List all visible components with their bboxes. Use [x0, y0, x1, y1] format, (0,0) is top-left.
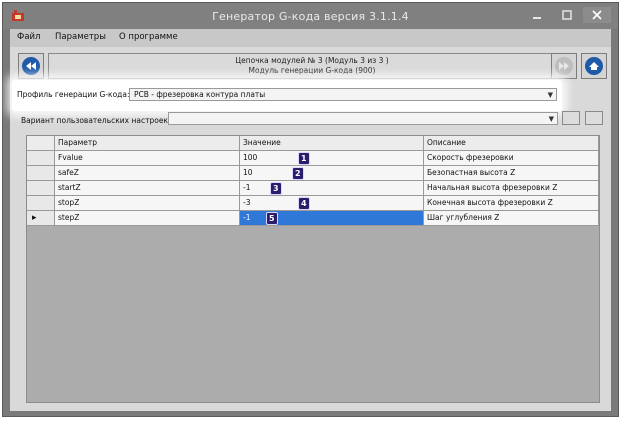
- description-cell[interactable]: Конечная высота фрезеровки Z: [424, 196, 599, 211]
- previous-module-button[interactable]: [18, 53, 44, 79]
- chain-line-1: Цепочка модулей № 3 (Модуль 3 из 3 ): [235, 56, 389, 65]
- value-text: 100: [243, 153, 258, 162]
- profile-value: PCB - фрезеровка контура платы: [134, 90, 266, 99]
- annotation-badge: 5: [266, 212, 278, 225]
- main-panel: Цепочка модулей № 3 (Модуль 3 из 3 ) Мод…: [10, 47, 611, 411]
- description-cell[interactable]: Начальная высота фрезеровки Z: [424, 181, 599, 196]
- param-cell[interactable]: Fvalue: [55, 151, 240, 166]
- title-bar: Генератор G-кода версия 3.1.1.4: [3, 3, 618, 29]
- column-header-param[interactable]: Параметр: [55, 136, 240, 151]
- minimize-button[interactable]: [523, 7, 551, 23]
- value-text: -3: [243, 198, 251, 207]
- column-header-value[interactable]: Значение: [240, 136, 424, 151]
- variant-delete-button[interactable]: [585, 111, 603, 125]
- row-header[interactable]: [27, 196, 55, 211]
- annotation-badge: 3: [270, 182, 282, 195]
- row-header[interactable]: [27, 166, 55, 181]
- variant-label: Вариант пользовательских настроек:: [21, 116, 171, 125]
- close-icon: [592, 10, 602, 20]
- chevron-down-icon: ▼: [547, 91, 553, 99]
- table-row[interactable]: safeZ 10 Безопастная высота Z 2: [27, 166, 599, 181]
- table-row[interactable]: Fvalue 100 Скорость фрезеровки 1: [27, 151, 599, 166]
- fast-forward-icon: [555, 57, 573, 75]
- menu-settings[interactable]: Параметры: [55, 32, 106, 42]
- module-chain-info: Цепочка модулей № 3 (Модуль 3 из 3 ) Мод…: [48, 53, 576, 79]
- header-corner: [27, 136, 55, 151]
- menu-file[interactable]: Файл: [17, 32, 40, 42]
- table-row[interactable]: startZ -1 Начальная высота фрезеровки Z 3: [27, 181, 599, 196]
- rewind-icon: [22, 57, 40, 75]
- menu-about[interactable]: О программе: [119, 32, 178, 42]
- param-cell[interactable]: startZ: [55, 181, 240, 196]
- profile-panel: Профиль генерации G-кода: PCB - фрезеров…: [12, 80, 562, 111]
- value-cell[interactable]: 10: [240, 166, 424, 181]
- param-cell[interactable]: stopZ: [55, 196, 240, 211]
- maximize-button[interactable]: [553, 7, 581, 23]
- profile-label: Профиль генерации G-кода:: [17, 90, 130, 99]
- home-icon: [585, 57, 603, 75]
- value-cell[interactable]: -3: [240, 196, 424, 211]
- home-button[interactable]: [581, 53, 607, 79]
- annotation-badge: 2: [292, 167, 304, 180]
- description-cell[interactable]: Шаг углубления Z: [424, 211, 599, 226]
- table-row[interactable]: ▸ stepZ -1 Шаг углубления Z 5: [27, 211, 599, 226]
- minimize-icon: [533, 17, 541, 19]
- param-cell[interactable]: safeZ: [55, 166, 240, 181]
- description-cell[interactable]: Скорость фрезеровки: [424, 151, 599, 166]
- close-button[interactable]: [583, 7, 611, 23]
- current-row-indicator-icon: ▸: [32, 213, 37, 223]
- value-text: 10: [243, 168, 253, 177]
- param-cell[interactable]: stepZ: [55, 211, 240, 226]
- table-row[interactable]: stopZ -3 Конечная высота фрезеровки Z 4: [27, 196, 599, 211]
- chain-line-2: Модуль генерации G-кода (900): [248, 66, 376, 75]
- app-window: Генератор G-кода версия 3.1.1.4 Файл Пар…: [2, 2, 619, 417]
- column-header-desc[interactable]: Описание: [424, 136, 599, 151]
- annotation-badge: 4: [298, 197, 310, 210]
- row-header[interactable]: ▸: [27, 211, 55, 226]
- annotation-badge: 1: [298, 152, 310, 165]
- value-cell[interactable]: 100: [240, 151, 424, 166]
- row-header[interactable]: [27, 151, 55, 166]
- value-text: -1: [243, 183, 251, 192]
- chevron-down-icon: ▼: [548, 115, 554, 123]
- next-module-button[interactable]: [551, 53, 577, 79]
- value-text: -1: [243, 213, 251, 222]
- maximize-icon: [562, 10, 572, 20]
- row-header[interactable]: [27, 181, 55, 196]
- description-cell[interactable]: Безопастная высота Z: [424, 166, 599, 181]
- menu-bar: Файл Параметры О программе: [10, 29, 611, 47]
- header-row: Параметр Значение Описание: [27, 136, 599, 151]
- profile-dropdown[interactable]: PCB - фрезеровка контура платы ▼: [129, 88, 557, 101]
- parameters-grid: Параметр Значение Описание Fvalue 100 Скор…: [26, 135, 600, 403]
- variant-save-button[interactable]: [562, 111, 580, 125]
- value-cell[interactable]: -1: [240, 181, 424, 196]
- variant-dropdown[interactable]: ▼: [168, 112, 558, 125]
